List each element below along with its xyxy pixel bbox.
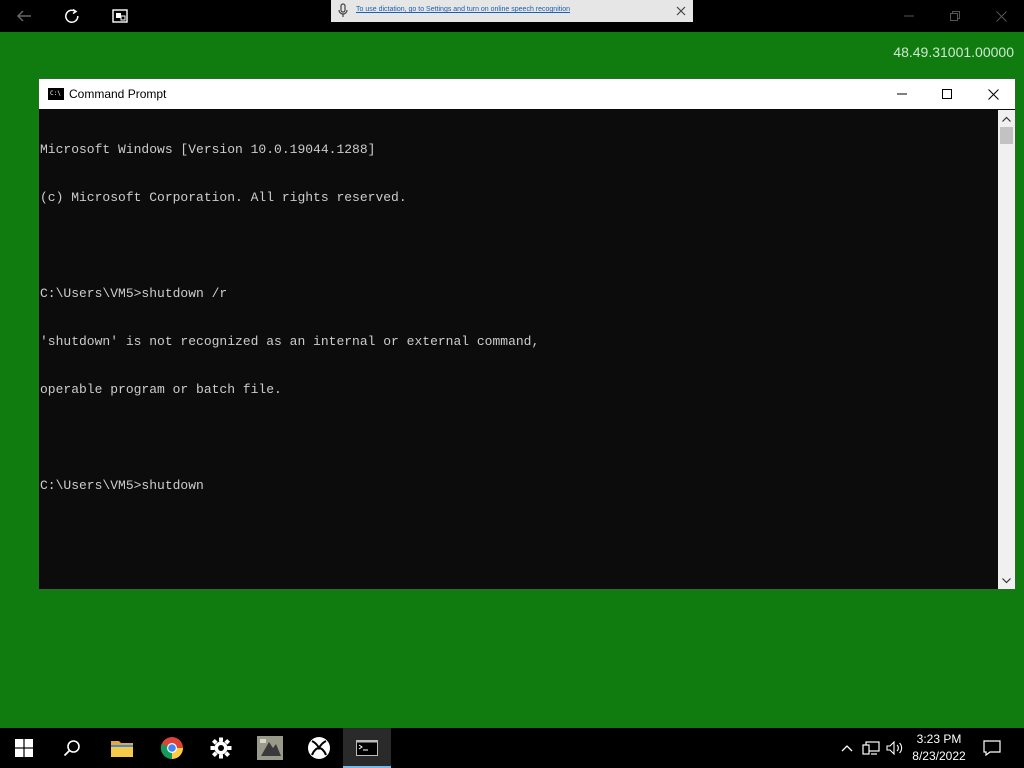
app-icon (257, 736, 283, 760)
folder-icon (111, 741, 133, 757)
search-icon (63, 740, 80, 757)
dictation-notice: To use dictation, go to Settings and tur… (331, 0, 693, 22)
window-titlebar[interactable]: C:\ Command Prompt (39, 79, 1015, 109)
settings-button[interactable] (197, 728, 245, 768)
taskbar-clock[interactable]: 3:23 PM 8/23/2022 (905, 731, 973, 765)
windows-logo-icon (15, 739, 33, 757)
clock-time: 3:23 PM (916, 732, 962, 746)
scroll-up-arrow-icon[interactable] (998, 110, 1015, 127)
close-button[interactable] (970, 79, 1016, 109)
chrome-button[interactable] (148, 728, 196, 768)
console-line: (c) Microsoft Corporation. All rights re… (40, 190, 407, 205)
xbox-icon (308, 737, 330, 759)
cmd-app-icon: C:\ (48, 88, 64, 100)
xbox-button[interactable] (295, 728, 343, 768)
search-button[interactable] (48, 728, 96, 768)
gear-icon (210, 737, 232, 759)
scroll-down-arrow-icon[interactable] (998, 572, 1015, 589)
clock-date: 8/23/2022 (912, 749, 966, 763)
chevron-up-icon (841, 745, 853, 752)
show-hidden-icons-button[interactable] (838, 728, 856, 768)
console-line: 'shutdown' is not recognized as an inter… (40, 334, 540, 349)
microphone-icon (337, 3, 349, 19)
build-version-watermark: 48.49.31001.00000 (893, 44, 1014, 60)
command-prompt-taskbar-button[interactable] (343, 728, 391, 768)
speaker-icon (886, 741, 903, 755)
screen-switch-icon[interactable] (104, 0, 136, 32)
minimize-button[interactable] (879, 79, 925, 109)
vertical-scrollbar[interactable] (998, 110, 1015, 589)
scrollbar-thumb[interactable] (1000, 127, 1013, 144)
taskbar: 3:23 PM 8/23/2022 (0, 728, 1024, 768)
console-input-line[interactable]: C:\Users\VM5>shutdown (40, 478, 999, 494)
chrome-icon (160, 737, 183, 759)
viewer-minimize-button[interactable] (886, 0, 932, 32)
back-arrow-icon[interactable] (8, 0, 40, 32)
console-line: operable program or batch file. (40, 382, 282, 397)
pinned-app-button[interactable] (246, 728, 294, 768)
notification-icon (983, 740, 1001, 756)
maximize-button[interactable] (924, 79, 970, 109)
action-center-button[interactable] (978, 728, 1006, 768)
viewer-toolbar: To use dictation, go to Settings and tur… (0, 0, 1024, 32)
close-icon[interactable] (673, 3, 689, 19)
window-title: Command Prompt (69, 87, 167, 101)
volume-button[interactable] (884, 728, 906, 768)
refresh-icon[interactable] (56, 0, 88, 32)
network-icon (862, 741, 880, 755)
command-prompt-window[interactable]: C:\ Command Prompt Microsoft Windows [Ve… (38, 78, 1016, 590)
file-explorer-button[interactable] (98, 728, 146, 768)
console-output[interactable]: Microsoft Windows [Version 10.0.19044.12… (39, 110, 999, 589)
network-button[interactable] (860, 728, 882, 768)
viewer-close-button[interactable] (978, 0, 1024, 32)
viewer-restore-button[interactable] (932, 0, 978, 32)
console-line: C:\Users\VM5>shutdown /r (40, 286, 228, 301)
cmd-icon (356, 740, 378, 756)
dictation-settings-link[interactable]: To use dictation, go to Settings and tur… (356, 6, 570, 13)
console-line: Microsoft Windows [Version 10.0.19044.12… (40, 142, 376, 157)
start-button[interactable] (0, 728, 48, 768)
